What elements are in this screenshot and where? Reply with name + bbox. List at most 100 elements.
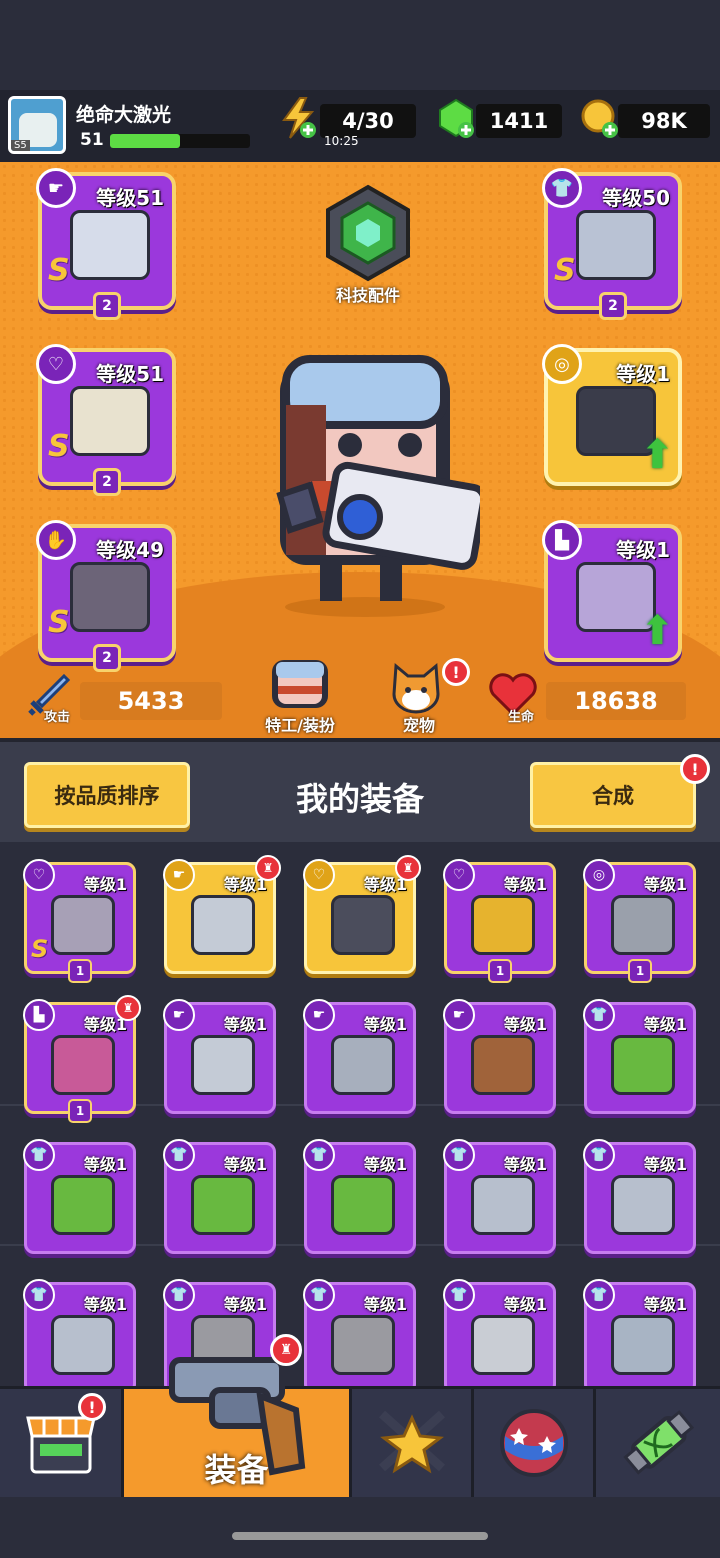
inventory-item[interactable]: ▙ 等级1 1 ♜: [23, 995, 141, 1123]
slot-stars: 2: [599, 292, 627, 320]
equip-slot-belt[interactable]: ◎ 等级1 ⬆: [542, 344, 682, 486]
item-type-icon: ☛: [163, 859, 195, 891]
equip-slot-armor[interactable]: 👕 等级50 S 2: [542, 168, 682, 320]
equipment-section-header: 按品质排序 我的装备 合成 !: [0, 738, 720, 842]
inventory-item[interactable]: ☛ 等级1 ♜: [163, 855, 281, 974]
ring-star-icon: [70, 386, 150, 456]
item-type-icon: ☛: [443, 999, 475, 1031]
hp-label: 生命: [508, 710, 535, 725]
xp-bar: [110, 134, 250, 148]
item-stars: 1: [68, 959, 92, 983]
inventory-item[interactable]: 👕 等级1: [23, 1139, 136, 1254]
inventory-item[interactable]: 👕 等级1: [303, 1139, 416, 1254]
item-level: 等级1: [223, 1015, 267, 1034]
spiked-collar-icon: [331, 895, 395, 955]
slot-level: 等级50: [602, 186, 670, 210]
item-level: 等级1: [223, 1155, 267, 1174]
agent-costume-label[interactable]: 特工/装扮: [248, 712, 352, 736]
inventory-item[interactable]: 👕 等级1: [443, 1279, 556, 1387]
inventory-item[interactable]: ◎ 等级1 1: [583, 859, 696, 983]
nav-events[interactable]: [474, 1389, 596, 1497]
slot-level: 等级49: [96, 538, 164, 562]
inventory-item[interactable]: 👕 等级1: [443, 1139, 556, 1254]
equip-slot-gloves[interactable]: ✋ 等级49 S 2: [36, 520, 176, 672]
tech-armor-icon: [611, 1315, 675, 1375]
vest-armor-icon: [471, 1315, 535, 1375]
belt-gem-icon: [611, 895, 675, 955]
item-type-icon: 👕: [303, 1139, 335, 1171]
inventory-item[interactable]: 👕 等级1: [583, 1279, 696, 1387]
inventory-item[interactable]: ♡ 等级1 ♜: [303, 855, 421, 974]
leaf-armor-icon: [51, 1175, 115, 1235]
new-item-badge: ♜: [115, 995, 141, 1021]
chain-necklace-icon: [51, 895, 115, 955]
home-indicator[interactable]: [232, 1532, 488, 1540]
item-type-icon: ♡: [23, 859, 55, 891]
leaf-armor-icon: [611, 1035, 675, 1095]
gem-icon[interactable]: [436, 96, 476, 140]
coin-icon[interactable]: [580, 96, 620, 140]
item-type-icon: ▙: [23, 999, 55, 1031]
item-level: 等级1: [363, 1295, 407, 1314]
stone-armor-icon: [331, 1315, 395, 1375]
inventory-item[interactable]: ☛ 等级1: [443, 999, 556, 1114]
item-type-icon: 👕: [23, 1139, 55, 1171]
slot-grade: S: [48, 429, 70, 464]
attack-value: 5433: [80, 682, 222, 720]
inventory-item[interactable]: 👕 等级1: [23, 1279, 136, 1387]
nav-shop[interactable]: !: [0, 1389, 124, 1497]
steel-armor-icon: [51, 1315, 115, 1375]
gem-counter: 1411: [476, 104, 562, 138]
slot-stars: 2: [93, 644, 121, 672]
nav-lab[interactable]: [596, 1389, 720, 1497]
equip-slot-necklace[interactable]: ♡ 等级51 S 2: [36, 344, 176, 496]
tech-parts-icon[interactable]: [318, 183, 418, 283]
revolver-icon: [331, 1035, 395, 1095]
item-level: 等级1: [363, 1015, 407, 1034]
equip-slot-weapon[interactable]: ☛ 等级51 S 2: [36, 168, 176, 320]
item-type-icon: ♡: [443, 859, 475, 891]
agent-costume-icon[interactable]: [268, 656, 332, 712]
inventory-item[interactable]: 👕 等级1: [583, 999, 696, 1114]
inventory-item[interactable]: ♡ 等级1 1: [443, 859, 556, 983]
shotgun-icon: [471, 1035, 535, 1095]
pet-notice-badge: !: [442, 658, 470, 686]
pet-label[interactable]: 宠物: [386, 712, 452, 736]
item-level: 等级1: [83, 1295, 127, 1314]
new-item-badge: ♜: [395, 855, 421, 881]
hp-value: 18638: [546, 682, 686, 720]
inventory-item[interactable]: ♡ 等级1 S 1: [23, 859, 136, 983]
inventory-item[interactable]: 👕 等级1: [303, 1279, 416, 1387]
weapon-type-icon: ☛: [36, 168, 76, 208]
shiba-pet-icon[interactable]: [386, 660, 446, 716]
energy-icon[interactable]: [278, 96, 318, 140]
slot-level: 等级51: [96, 186, 164, 210]
item-level: 等级1: [643, 1155, 687, 1174]
revolver-icon: [169, 1357, 306, 1476]
slot-level: 等级1: [616, 362, 670, 386]
slot-stars: 2: [93, 292, 121, 320]
merge-button[interactable]: 合成: [530, 762, 696, 828]
item-stars: 1: [68, 1099, 92, 1123]
inventory-grid: ♡ 等级1 S 1 ☛ 等级1 ♜ ♡ 等级1 ♜ ♡ 等级1 1 ◎ 等级1 1 ▙ 等级1 1 ♜ ☛ 等级1 ☛ 等级1…: [0, 842, 720, 1387]
nav-battle[interactable]: [352, 1389, 474, 1497]
crossed-swords-star-icon: [378, 1410, 445, 1474]
inventory-item[interactable]: 👕 等级1: [583, 1139, 696, 1254]
gauntlet-icon: [70, 562, 150, 632]
upgrade-arrow-icon: ⬆: [640, 432, 674, 478]
item-level: 等级1: [363, 1155, 407, 1174]
item-grade: S: [31, 935, 49, 963]
inventory-item[interactable]: 👕 等级1: [163, 1139, 276, 1254]
equip-slot-boots[interactable]: ▙ 等级1 ⬆: [542, 520, 682, 662]
inventory-item[interactable]: ☛ 等级1: [163, 999, 276, 1114]
item-type-icon: 👕: [443, 1279, 475, 1311]
inventory-item[interactable]: ☛ 等级1: [303, 999, 416, 1114]
player-avatar[interactable]: S5: [8, 96, 66, 154]
new-item-badge: ♜: [255, 855, 281, 881]
leaf-armor-icon: [191, 1175, 255, 1235]
hero-character[interactable]: [250, 345, 480, 625]
shop-notice-badge: !: [78, 1393, 106, 1421]
item-type-icon: 👕: [583, 1279, 615, 1311]
attack-label: 攻击: [44, 710, 71, 725]
slot-grade: S: [48, 253, 70, 288]
